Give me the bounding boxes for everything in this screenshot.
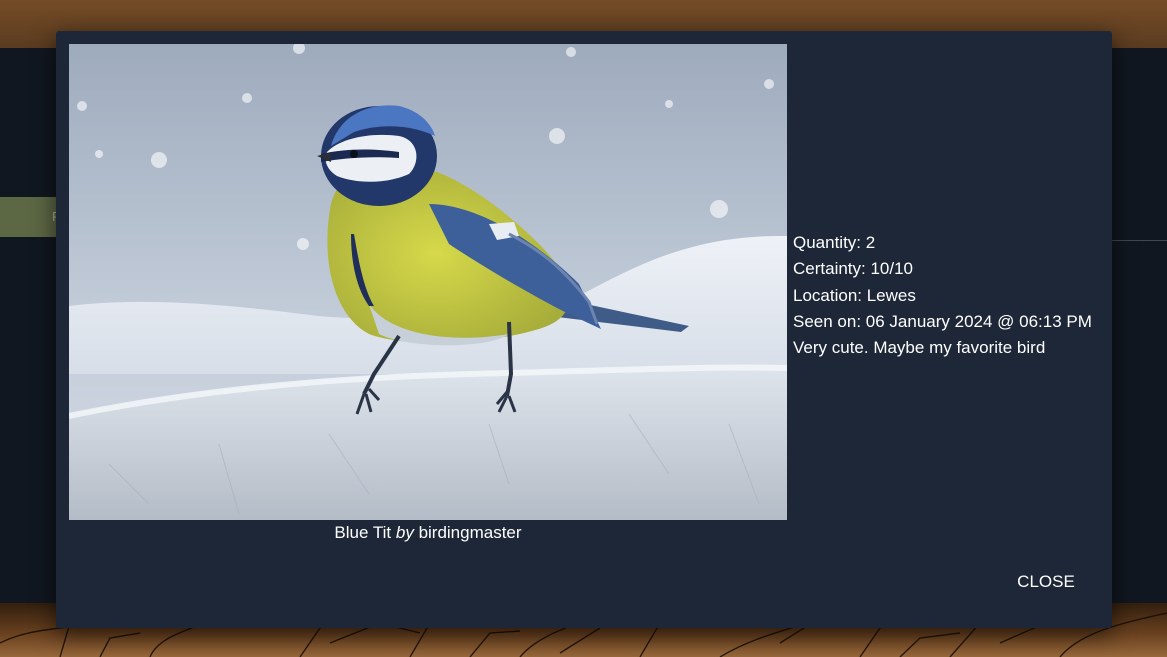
- sighting-modal: Blue Tit by birdingmaster Quantity: 2 Ce…: [56, 31, 1112, 628]
- species-name: Blue Tit: [334, 523, 392, 542]
- location-text: Location: Lewes: [793, 285, 916, 305]
- caption-by: by: [395, 523, 414, 542]
- certainty-text: Certainty: 10/10: [793, 259, 914, 279]
- sighting-details: Quantity: 2 Certainty: 10/10 Location: L…: [793, 230, 1092, 361]
- close-button[interactable]: CLOSE: [1006, 567, 1086, 597]
- quantity-text: Quantity: 2: [793, 233, 876, 252]
- photo-caption: Blue Tit by birdingmaster: [69, 523, 787, 543]
- notes-text: Very cute. Maybe my favorite bird: [793, 338, 1046, 358]
- seen-on-text: Seen on: 06 January 2024 @ 06:13 PM: [793, 311, 1092, 331]
- photo-author: birdingmaster: [418, 523, 522, 542]
- bird-photo: [69, 44, 787, 520]
